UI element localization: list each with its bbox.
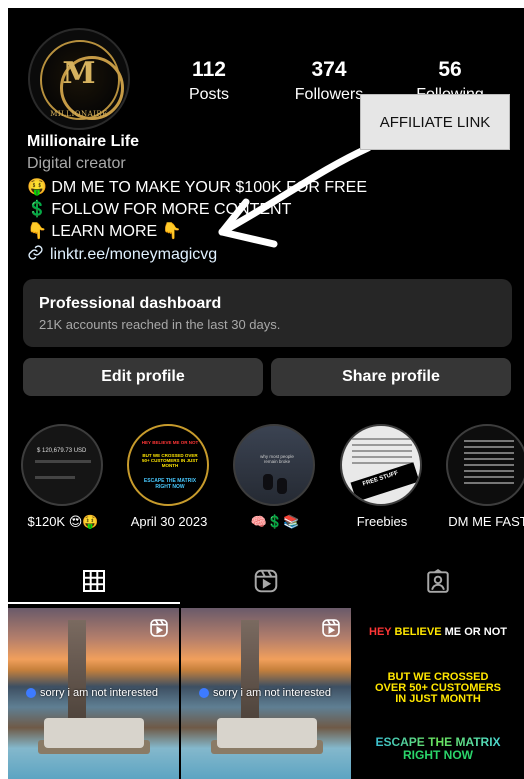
post-1-bed <box>44 718 144 748</box>
highlight-4[interactable]: FREE STUFF Freebies <box>340 424 424 529</box>
dashboard-subtitle: 21K accounts reached in the last 30 days… <box>39 317 281 332</box>
profile-category: Digital creator <box>27 155 126 172</box>
profile-name: Millionaire Life <box>27 133 140 150</box>
post-thumbnail-3[interactable]: HEY BELIEVE ME OR NOT BUT WE CROSSED OVE… <box>352 608 524 779</box>
post-3-line-2: BUT WE CROSSED OVER 50+ CUSTOMERS IN JUS… <box>374 671 502 705</box>
profile-tabs <box>8 556 524 606</box>
left-border <box>0 0 8 779</box>
highlight-1-bar <box>35 476 75 479</box>
posts-label: Posts <box>188 86 229 103</box>
highlight-1[interactable]: $ 120,679.73 USD $120K 😍🤑 <box>21 424 105 530</box>
highlight-1-thumb-text: $ 120,679.73 USD <box>37 448 87 454</box>
highlight-5[interactable]: DM ME FAST <box>446 424 524 529</box>
post-thumbnail-1[interactable]: sorry i am not interested <box>8 608 179 779</box>
grid-icon <box>83 570 105 592</box>
reel-badge-icon <box>150 619 168 637</box>
followers-count: 374 <box>311 58 347 81</box>
post-1-pillar <box>68 620 86 730</box>
highlight-3-thumb-text: why most people remain broke <box>260 454 294 464</box>
professional-dashboard[interactable]: Professional dashboard 21K accounts reac… <box>23 279 512 347</box>
highlight-4-label: Freebies <box>356 514 408 529</box>
share-profile-button[interactable]: Share profile <box>271 358 511 396</box>
following-count: 56 <box>438 58 462 81</box>
post-3-line-1: HEY BELIEVE ME OR NOT <box>352 626 524 638</box>
highlight-1-thumb: $ 120,679.73 USD <box>21 424 103 506</box>
link-icon <box>27 244 44 266</box>
highlight-2[interactable]: HEY BELIEVE ME OR NOT BUT WE CROSSED OVE… <box>127 424 211 529</box>
profile-avatar[interactable]: M MILLIONAIRE <box>28 28 130 130</box>
posts-count: 112 <box>192 58 226 81</box>
highlight-2-label: April 30 2023 <box>130 514 208 529</box>
reel-badge-icon <box>322 619 340 637</box>
post-thumbnail-2[interactable]: sorry i am not interested <box>181 608 351 779</box>
post-3-line-3b: RIGHT NOW <box>403 748 473 762</box>
tab-tagged[interactable] <box>352 556 524 606</box>
tagged-icon <box>427 568 449 593</box>
active-tab-indicator <box>8 602 180 604</box>
speech-bubble-icon <box>26 688 36 698</box>
highlight-3[interactable]: why most people remain broke 🧠💲📚 <box>233 424 317 530</box>
highlight-2-thumb-bottom: ESCAPE THE MATRIX RIGHT NOW <box>143 478 197 490</box>
post-1-caption-text: sorry i am not interested <box>40 687 158 699</box>
post-2-pillar <box>241 620 259 730</box>
highlight-2-thumb: HEY BELIEVE ME OR NOT BUT WE CROSSED OVE… <box>127 424 209 506</box>
highlight-5-thumb <box>446 424 524 506</box>
highlight-1-label: $120K 😍🤑 <box>27 514 99 529</box>
avatar-brand: MILLIONAIRE <box>50 110 108 118</box>
post-3-line-1a: HEY <box>369 626 395 638</box>
stat-posts[interactable]: 112 Posts <box>154 58 264 106</box>
highlight-3-shoe <box>277 478 287 494</box>
highlight-5-label: DM ME FAST <box>448 514 524 529</box>
highlight-2-thumb-top: HEY BELIEVE ME OR NOT <box>141 440 199 445</box>
post-3-line-3: ESCAPE THE MATRIX RIGHT NOW <box>352 736 524 762</box>
highlight-2-thumb-mid: BUT WE CROSSED OVER 50+ CUSTOMERS IN JUS… <box>141 453 199 468</box>
edit-profile-button[interactable]: Edit profile <box>23 358 263 396</box>
profile-link-text: linktr.ee/moneymagicvg <box>50 246 218 263</box>
post-2-caption: sorry i am not interested <box>199 687 331 699</box>
annotation-arrow-icon <box>218 144 372 248</box>
post-2-bed <box>217 718 317 748</box>
highlight-3-label: 🧠💲📚 <box>250 514 300 529</box>
highlight-4-thumb: FREE STUFF <box>340 424 422 506</box>
profile-link[interactable]: linktr.ee/moneymagicvg <box>27 244 217 266</box>
tab-posts[interactable] <box>8 556 180 606</box>
highlight-4-lines <box>352 438 412 440</box>
speech-bubble-icon <box>199 688 209 698</box>
affiliate-link-annotation: AFFILIATE LINK <box>360 94 510 150</box>
post-3-line-1b: BELIEVE <box>394 626 442 638</box>
top-border <box>0 0 524 8</box>
highlight-3-thumb: why most people remain broke <box>233 424 315 506</box>
avatar-letter: M <box>62 56 96 91</box>
dashboard-title: Professional dashboard <box>39 295 222 312</box>
tab-reels[interactable] <box>180 556 352 606</box>
highlight-1-bar <box>35 460 91 463</box>
reels-icon <box>254 569 278 593</box>
post-3-line-1c: ME OR NOT <box>441 626 507 638</box>
highlight-4-banner <box>350 462 420 502</box>
highlight-5-lines <box>464 440 514 442</box>
post-1-caption: sorry i am not interested <box>26 687 158 699</box>
highlight-3-shoe <box>263 474 273 490</box>
post-2-caption-text: sorry i am not interested <box>213 687 331 699</box>
